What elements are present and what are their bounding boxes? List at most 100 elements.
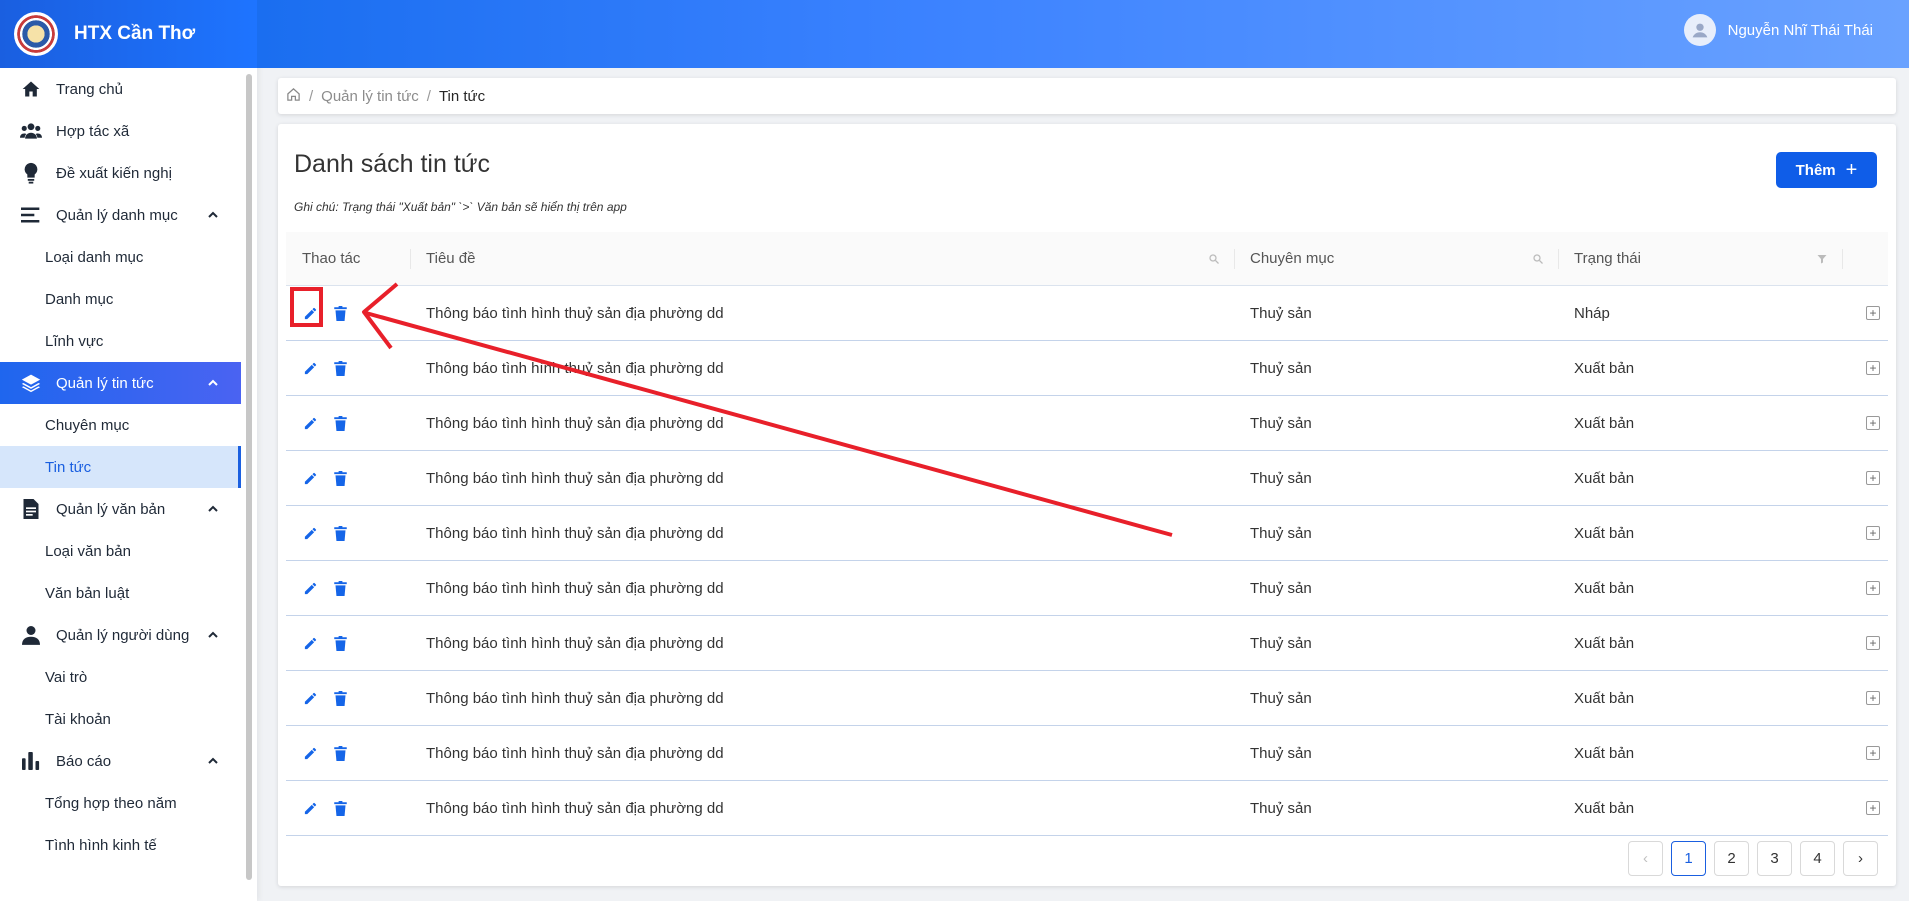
row-actions — [286, 506, 410, 560]
expand-plus-icon[interactable]: + — [1866, 691, 1880, 705]
plus-icon: + — [1845, 158, 1858, 181]
cell-expand: + — [1842, 671, 1888, 725]
sidebar-item-4[interactable]: Quản lý tin tức — [0, 362, 241, 404]
table-row: Thông báo tình hình thuỷ sản địa phường … — [286, 671, 1888, 726]
breadcrumb-current: Tin tức — [438, 87, 486, 105]
sidebar-item-7[interactable]: Báo cáo — [0, 740, 241, 782]
sidebar-subitem-4-0[interactable]: Chuyên mục — [0, 404, 241, 446]
table-header: Thao tác Tiêu đề Chuyên mục Trạng thái — [286, 232, 1888, 286]
search-icon[interactable] — [1532, 252, 1544, 264]
edit-pencil-icon[interactable] — [302, 800, 318, 816]
delete-trash-icon[interactable] — [332, 415, 348, 431]
lightbulb-icon — [20, 162, 42, 184]
sidebar-subitem-6-0[interactable]: Vai trò — [0, 656, 241, 698]
filter-icon[interactable] — [1816, 252, 1828, 264]
row-actions — [286, 726, 410, 780]
cell-category: Thuỷ sản — [1250, 634, 1312, 652]
sidebar-menu: Trang chủ Hợp tác xã Đề xuất kiến nghị Quản… — [0, 68, 241, 866]
sidebar-item-label: Quản lý tin tức — [56, 374, 154, 392]
sidebar-item-2[interactable]: Đề xuất kiến nghị — [0, 152, 241, 194]
sidebar-subitem-label: Tình hình kinh tế — [45, 836, 157, 854]
page-button-3[interactable]: 3 — [1757, 841, 1792, 876]
sidebar: HTX Cần Thơ Trang chủ Hợp tác xã Đề xuất k… — [0, 0, 257, 901]
sidebar-item-6[interactable]: Quản lý người dùng — [0, 614, 241, 656]
sidebar-subitem-7-0[interactable]: Tổng hợp theo năm — [0, 782, 241, 824]
edit-pencil-icon[interactable] — [302, 690, 318, 706]
cell-category: Thuỷ sản — [1250, 524, 1312, 542]
row-actions — [286, 396, 410, 450]
page-button-2[interactable]: 2 — [1714, 841, 1749, 876]
page-button-4[interactable]: 4 — [1800, 841, 1835, 876]
sidebar-item-1[interactable]: Hợp tác xã — [0, 110, 241, 152]
cell-category: Thuỷ sản — [1250, 579, 1312, 597]
breadcrumb-parent[interactable]: Quản lý tin tức — [321, 88, 419, 105]
edit-pencil-icon[interactable] — [302, 580, 318, 596]
add-button[interactable]: Thêm + — [1776, 152, 1877, 188]
sidebar-item-3[interactable]: Quản lý danh mục — [0, 194, 241, 236]
sidebar-subitem-3-1[interactable]: Danh mục — [0, 278, 241, 320]
row-actions — [286, 341, 410, 395]
chevron-up-icon[interactable] — [207, 376, 221, 390]
edit-pencil-icon[interactable] — [302, 525, 318, 541]
user-menu[interactable]: Nguyễn Nhĩ Thái Thái — [1683, 14, 1873, 46]
delete-trash-icon[interactable] — [332, 690, 348, 706]
expand-plus-icon[interactable]: + — [1866, 746, 1880, 760]
sidebar-subitem-3-0[interactable]: Loại danh mục — [0, 236, 241, 278]
delete-trash-icon[interactable] — [332, 580, 348, 596]
sidebar-scrollbar[interactable] — [246, 74, 252, 880]
delete-trash-icon[interactable] — [332, 470, 348, 486]
cell-status: Xuất bản — [1574, 524, 1635, 542]
cell-status: Xuất bản — [1574, 689, 1635, 707]
cell-expand: + — [1842, 616, 1888, 670]
expand-plus-icon[interactable]: + — [1866, 801, 1880, 815]
page-button-1[interactable]: 1 — [1671, 841, 1706, 876]
layers-icon — [20, 372, 42, 394]
edit-pencil-icon[interactable] — [302, 745, 318, 761]
sidebar-item-5[interactable]: Quản lý văn bản — [0, 488, 241, 530]
sidebar-subitem-4-1[interactable]: Tin tức — [0, 446, 241, 488]
edit-pencil-icon[interactable] — [302, 305, 318, 321]
chevron-up-icon[interactable] — [207, 628, 221, 642]
sidebar-subitem-6-1[interactable]: Tài khoản — [0, 698, 241, 740]
expand-plus-icon[interactable]: + — [1866, 416, 1880, 430]
prev-page-button[interactable]: ‹ — [1628, 841, 1663, 876]
row-actions — [286, 616, 410, 670]
delete-trash-icon[interactable] — [332, 635, 348, 651]
edit-pencil-icon[interactable] — [302, 470, 318, 486]
next-page-button[interactable]: › — [1843, 841, 1878, 876]
search-icon[interactable] — [1208, 252, 1220, 264]
chevron-up-icon[interactable] — [207, 502, 221, 516]
home-icon[interactable] — [286, 87, 301, 106]
sidebar-subitem-5-1[interactable]: Văn bản luật — [0, 572, 241, 614]
column-header-status: Trạng thái — [1558, 232, 1842, 285]
chevron-up-icon[interactable] — [207, 754, 221, 768]
sidebar-item-label: Quản lý người dùng — [56, 626, 190, 644]
user-avatar-icon — [1683, 14, 1716, 46]
sidebar-subitem-7-1[interactable]: Tình hình kinh tế — [0, 824, 241, 866]
sidebar-subitem-3-2[interactable]: Lĩnh vực — [0, 320, 241, 362]
delete-trash-icon[interactable] — [332, 745, 348, 761]
delete-trash-icon[interactable] — [332, 525, 348, 541]
expand-plus-icon[interactable]: + — [1866, 306, 1880, 320]
edit-pencil-icon[interactable] — [302, 635, 318, 651]
delete-trash-icon[interactable] — [332, 305, 348, 321]
edit-pencil-icon[interactable] — [302, 415, 318, 431]
chevron-up-icon[interactable] — [207, 208, 221, 222]
delete-trash-icon[interactable] — [332, 800, 348, 816]
expand-plus-icon[interactable]: + — [1866, 636, 1880, 650]
cell-status: Xuất bản — [1574, 359, 1635, 377]
expand-plus-icon[interactable]: + — [1866, 526, 1880, 540]
cell-status: Xuất bản — [1574, 634, 1635, 652]
sidebar-subitem-label: Loại văn bản — [45, 542, 131, 560]
edit-pencil-icon[interactable] — [302, 360, 318, 376]
top-header: Nguyễn Nhĩ Thái Thái — [257, 0, 1909, 68]
sidebar-item-0[interactable]: Trang chủ — [0, 68, 241, 110]
sidebar-subitem-5-0[interactable]: Loại văn bản — [0, 530, 241, 572]
expand-plus-icon[interactable]: + — [1866, 581, 1880, 595]
expand-plus-icon[interactable]: + — [1866, 361, 1880, 375]
delete-trash-icon[interactable] — [332, 360, 348, 376]
sidebar-item-label: Đề xuất kiến nghị — [56, 164, 172, 182]
column-header-title: Tiêu đề — [410, 232, 1234, 285]
list-icon — [20, 204, 42, 226]
expand-plus-icon[interactable]: + — [1866, 471, 1880, 485]
